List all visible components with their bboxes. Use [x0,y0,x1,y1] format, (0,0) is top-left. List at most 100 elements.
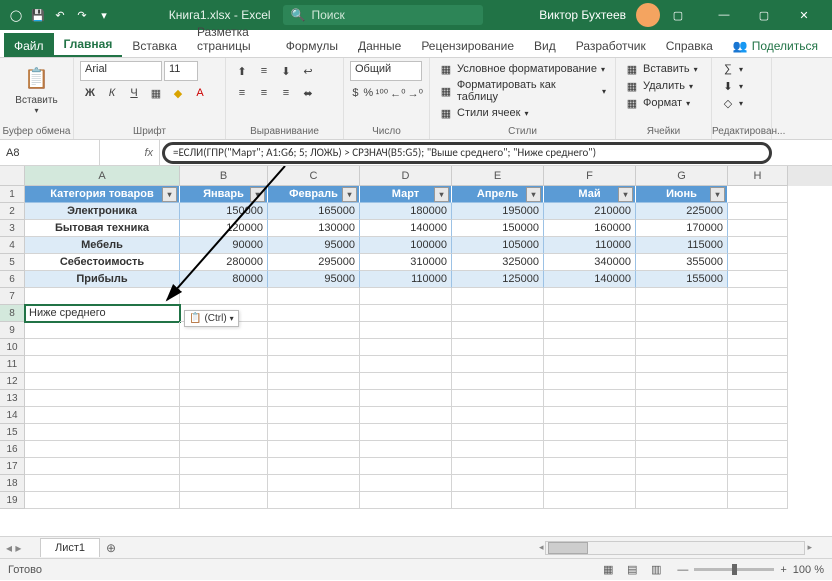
cell-D3[interactable]: 140000 [360,220,452,237]
cell-E10[interactable] [452,339,544,356]
align-top-button[interactable]: ⬆ [232,61,252,81]
row-header-5[interactable]: 5 [0,254,25,271]
close-button[interactable]: ✕ [784,1,824,29]
cell-E6[interactable]: 125000 [452,271,544,288]
cell-A4[interactable]: Мебель [25,237,180,254]
percent-button[interactable]: % [363,83,374,103]
cell-D4[interactable]: 100000 [360,237,452,254]
align-left-button[interactable]: ≡ [232,83,252,103]
cell-F8[interactable] [544,305,636,322]
cell-F11[interactable] [544,356,636,373]
qat-dropdown-icon[interactable]: ▾ [96,7,112,23]
cell-B6[interactable]: 80000 [180,271,268,288]
paste-button[interactable]: 📋 Вставить ▾ [6,61,67,115]
cell-D9[interactable] [360,322,452,339]
zoom-level-label[interactable]: 100 % [793,564,824,576]
col-header-C[interactable]: C [268,166,360,186]
tab-formulas[interactable]: Формулы [276,33,348,57]
row-header-9[interactable]: 9 [0,322,25,339]
autosum-button[interactable]: ∑▾ [718,61,765,77]
delete-cells-button[interactable]: ▦Удалить▾ [622,78,705,94]
cell-B4[interactable]: 90000 [180,237,268,254]
align-bottom-button[interactable]: ⬇ [276,61,296,81]
cell-C9[interactable] [268,322,360,339]
fx-icon[interactable]: fx [144,147,153,159]
cell-A6[interactable]: Прибыль [25,271,180,288]
horizontal-scrollbar[interactable] [545,541,805,555]
cell-C4[interactable]: 95000 [268,237,360,254]
cell-E3[interactable]: 150000 [452,220,544,237]
merge-button[interactable]: ⬌ [298,83,318,103]
row-header-11[interactable]: 11 [0,356,25,373]
tab-developer[interactable]: Разработчик [566,33,656,57]
cell-F6[interactable]: 140000 [544,271,636,288]
autosave-toggle[interactable]: ◯ [8,7,24,23]
cell-C12[interactable] [268,373,360,390]
cell-E13[interactable] [452,390,544,407]
cell-D5[interactable]: 310000 [360,254,452,271]
cell-B11[interactable] [180,356,268,373]
row-header-10[interactable]: 10 [0,339,25,356]
cell-B15[interactable] [180,424,268,441]
cell-B17[interactable] [180,458,268,475]
cell-D13[interactable] [360,390,452,407]
cell-C7[interactable] [268,288,360,305]
insert-cells-button[interactable]: ▦Вставить▾ [622,61,705,77]
cell-E18[interactable] [452,475,544,492]
increase-decimal-button[interactable]: ←⁰ [390,83,405,103]
font-size-select[interactable]: 11 [164,61,198,81]
cell-A12[interactable] [25,373,180,390]
cell-D15[interactable] [360,424,452,441]
col-header-E[interactable]: E [452,166,544,186]
name-box[interactable]: A8 [0,140,100,165]
share-button[interactable]: 👥 Поделиться [723,33,828,57]
row-header-4[interactable]: 4 [0,237,25,254]
cell-G6[interactable]: 155000 [636,271,728,288]
cell-H13[interactable] [728,390,788,407]
cell-G1[interactable]: Июнь [636,186,728,203]
cell-C13[interactable] [268,390,360,407]
cell-H12[interactable] [728,373,788,390]
cell-D18[interactable] [360,475,452,492]
cell-C10[interactable] [268,339,360,356]
row-header-19[interactable]: 19 [0,492,25,509]
cell-G7[interactable] [636,288,728,305]
cell-D14[interactable] [360,407,452,424]
cell-C16[interactable] [268,441,360,458]
cell-C19[interactable] [268,492,360,509]
cell-C15[interactable] [268,424,360,441]
search-input[interactable]: 🔍 Поиск [283,5,483,25]
normal-view-button[interactable]: ▦ [597,561,619,579]
col-header-F[interactable]: F [544,166,636,186]
sheet-nav[interactable]: ◂ ▸ [0,541,40,555]
row-header-17[interactable]: 17 [0,458,25,475]
cell-F1[interactable]: Май [544,186,636,203]
row-header-18[interactable]: 18 [0,475,25,492]
page-layout-view-button[interactable]: ▤ [621,561,643,579]
cell-F4[interactable]: 110000 [544,237,636,254]
cell-A16[interactable] [25,441,180,458]
cell-D11[interactable] [360,356,452,373]
tab-insert[interactable]: Вставка [122,33,187,57]
cell-D19[interactable] [360,492,452,509]
cell-G9[interactable] [636,322,728,339]
spreadsheet-grid[interactable]: ABCDEFGH 12345678910111213141516171819 К… [0,166,832,536]
col-header-G[interactable]: G [636,166,728,186]
cell-G8[interactable] [636,305,728,322]
cell-A8[interactable]: Ниже среднего [25,305,180,322]
row-header-15[interactable]: 15 [0,424,25,441]
tab-help[interactable]: Справка [656,33,723,57]
formula-input[interactable]: =ЕСЛИ(ГПР("Март"; A1:G6; 5; ЛОЖЬ) > СРЗН… [162,142,772,164]
align-center-button[interactable]: ≡ [254,83,274,103]
cell-C14[interactable] [268,407,360,424]
cell-A14[interactable] [25,407,180,424]
cell-F12[interactable] [544,373,636,390]
cell-F19[interactable] [544,492,636,509]
cell-H9[interactable] [728,322,788,339]
cell-H10[interactable] [728,339,788,356]
col-header-B[interactable]: B [180,166,268,186]
cell-H18[interactable] [728,475,788,492]
cell-F17[interactable] [544,458,636,475]
cell-E16[interactable] [452,441,544,458]
cell-B7[interactable] [180,288,268,305]
